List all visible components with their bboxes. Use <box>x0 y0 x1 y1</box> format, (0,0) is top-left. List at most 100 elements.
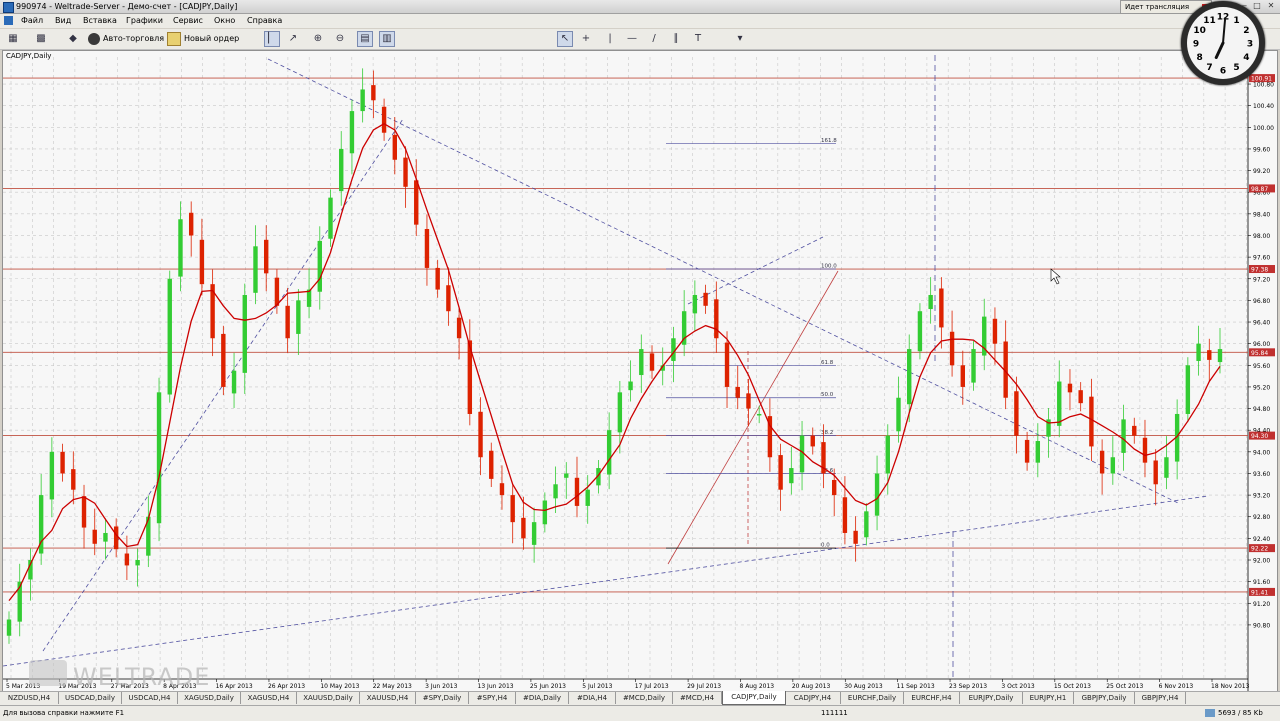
candle-body[interactable] <box>1067 383 1073 393</box>
chart-shift-icon[interactable]: ▤ <box>357 31 373 47</box>
tab-xauusd-daily[interactable]: XAUUSD,Daily <box>297 692 360 704</box>
candle-body[interactable] <box>756 413 762 416</box>
candle-body[interactable] <box>1153 460 1158 485</box>
candle-body[interactable] <box>692 294 698 314</box>
candle-body[interactable] <box>1078 390 1083 404</box>
candle-body[interactable] <box>349 111 355 154</box>
candle-body[interactable] <box>113 526 119 550</box>
candle-body[interactable] <box>446 285 451 312</box>
candle-body[interactable] <box>703 292 708 306</box>
candle-body[interactable] <box>1035 441 1041 463</box>
trendline[interactable] <box>687 236 824 305</box>
vertical-line-icon[interactable]: | <box>603 32 617 46</box>
new-order-button[interactable]: Новый ордер <box>167 31 239 47</box>
shapes-dropdown-icon[interactable]: ▾ <box>733 32 747 46</box>
candle-body[interactable] <box>242 294 247 373</box>
candle-body[interactable] <box>264 239 269 274</box>
menu-tools[interactable]: Сервис <box>173 16 203 25</box>
candle-body[interactable] <box>156 392 162 524</box>
channel-icon[interactable]: ∥ <box>669 32 683 46</box>
candle-body[interactable] <box>371 85 376 101</box>
candle-body[interactable] <box>285 305 290 339</box>
candle-body[interactable] <box>339 148 344 192</box>
candle-body[interactable] <box>971 349 976 383</box>
candle-body[interactable] <box>1132 425 1137 436</box>
candle-body[interactable] <box>853 530 858 544</box>
candle-body[interactable] <box>478 411 483 458</box>
tab-eurjpy-daily[interactable]: EURJPY,Daily <box>960 692 1023 704</box>
candle-body[interactable] <box>531 522 537 545</box>
horizontal-line-icon[interactable]: — <box>625 32 639 46</box>
trendline[interactable] <box>3 495 1209 667</box>
candle-body[interactable] <box>617 392 623 433</box>
candle-body[interactable] <box>81 496 87 528</box>
candle-body[interactable] <box>456 317 462 339</box>
candle-body[interactable] <box>735 386 740 398</box>
chart-area[interactable]: 100.80 100.40 100.00 99.60 99.20 98.80 98.40 98… <box>2 50 1278 692</box>
zoom-in-icon[interactable]: ⊕ <box>311 32 325 46</box>
new-chart-icon[interactable]: ▦ <box>6 32 20 46</box>
tab--mcd-daily[interactable]: #MCD,Daily <box>616 692 673 704</box>
candle-body[interactable] <box>221 333 226 387</box>
moving-average-line[interactable] <box>8 122 1221 602</box>
trendline[interactable] <box>267 58 1179 504</box>
line-chart-icon[interactable]: ↗ <box>286 32 300 46</box>
candle-body[interactable] <box>274 277 280 306</box>
candle-body[interactable] <box>1185 365 1191 414</box>
tab-usdcad-daily[interactable]: USDCAD,Daily <box>59 692 122 704</box>
tab-usdcad-h4[interactable]: USDCAD,H4 <box>122 692 178 704</box>
close-button[interactable]: ✕ <box>1264 1 1278 11</box>
candle-body[interactable] <box>92 529 97 544</box>
candle-body[interactable] <box>831 479 837 496</box>
tab-xagusd-daily[interactable]: XAGUSD,Daily <box>178 692 241 704</box>
menu-file[interactable]: Файл <box>21 16 43 25</box>
tab-gbpjpy-h4[interactable]: GBPJPY,H4 <box>1135 692 1186 704</box>
candle-body[interactable] <box>392 134 398 160</box>
candle-body[interactable] <box>917 311 923 352</box>
candle-body[interactable] <box>1142 437 1148 463</box>
candle-body[interactable] <box>907 349 912 405</box>
candle-body[interactable] <box>789 468 794 484</box>
candle-body[interactable] <box>564 473 569 478</box>
price-chart[interactable]: 100.80100.40100.0099.6099.2098.8098.4098… <box>3 51 1277 691</box>
candle-body[interactable] <box>135 560 140 566</box>
candle-body[interactable] <box>1110 457 1116 474</box>
candle-body[interactable] <box>167 278 172 395</box>
tab--dia-daily[interactable]: #DIA,Daily <box>516 692 569 704</box>
candle-body[interactable] <box>296 300 301 334</box>
text-icon[interactable]: T <box>691 32 705 46</box>
candle-body[interactable] <box>810 435 815 447</box>
tab--spy-h4[interactable]: #SPY,H4 <box>469 692 516 704</box>
candle-body[interactable] <box>1121 419 1126 453</box>
candle-body[interactable] <box>1057 381 1062 426</box>
candle-body[interactable] <box>424 228 430 268</box>
candle-body[interactable] <box>939 288 944 328</box>
candle-body[interactable] <box>960 365 965 387</box>
candle-body[interactable] <box>381 106 387 133</box>
crosshair-icon[interactable]: + <box>579 32 593 46</box>
candle-body[interactable] <box>328 197 333 239</box>
candle-body[interactable] <box>499 483 505 496</box>
candle-body[interactable] <box>521 517 526 539</box>
candle-body[interactable] <box>1164 457 1169 478</box>
tab-xagusd-h4[interactable]: XAGUSD,H4 <box>241 692 297 704</box>
candle-body[interactable] <box>71 469 76 490</box>
candle-body[interactable] <box>1089 396 1094 447</box>
menu-help[interactable]: Справка <box>247 16 282 25</box>
candle-body[interactable] <box>864 511 869 538</box>
candle-body[interactable] <box>585 489 590 506</box>
candle-body[interactable] <box>1024 439 1030 463</box>
candle-body[interactable] <box>885 435 890 474</box>
candle-body[interactable] <box>49 451 55 500</box>
candle-body[interactable] <box>896 397 901 432</box>
candle-body[interactable] <box>628 381 633 391</box>
candle-body[interactable] <box>360 89 365 112</box>
candle-body[interactable] <box>1207 350 1212 360</box>
candle-body[interactable] <box>874 473 880 516</box>
candle-body[interactable] <box>553 484 558 499</box>
autotrade-button[interactable]: Авто-торговля <box>88 31 164 47</box>
bar-chart-icon[interactable]: ▏ <box>264 31 280 47</box>
candle-body[interactable] <box>542 500 548 525</box>
tab-eurchf-daily[interactable]: EURCHF,Daily <box>841 692 904 704</box>
menu-view[interactable]: Вид <box>55 16 71 25</box>
